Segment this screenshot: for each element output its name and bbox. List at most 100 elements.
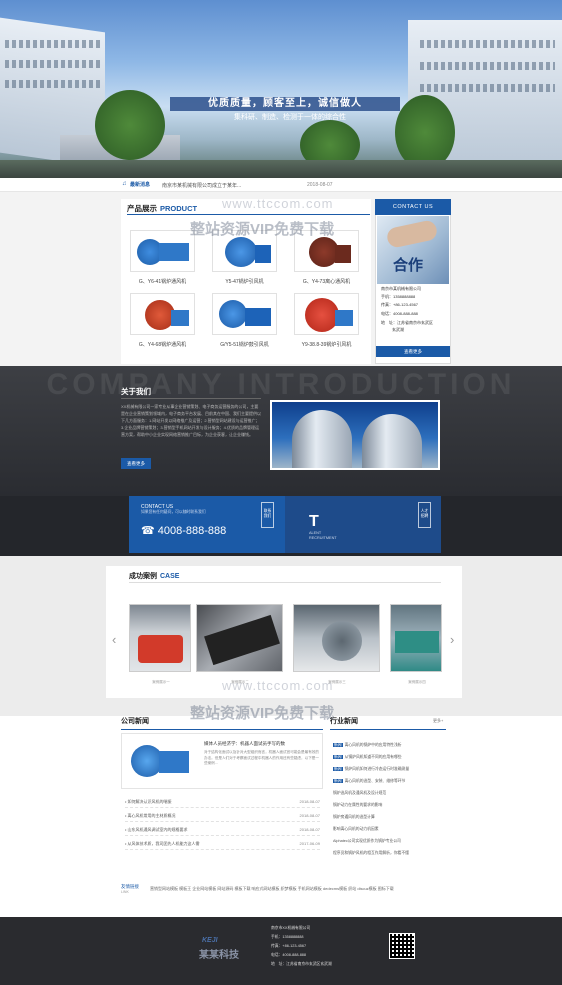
news-date: 2018-08-07 — [299, 799, 320, 804]
product-card[interactable]: G、Y4-68锅炉通风机 — [126, 291, 199, 354]
industry-news-title[interactable]: 离心风机的选型、安装、维修等环节 — [345, 779, 406, 783]
hero-banner — [0, 0, 562, 178]
industry-news-title[interactable]: 离心风机的锅炉中的应用特性浅析 — [345, 743, 402, 747]
industry-news-title[interactable]: 锅炉选风机及通风机及设计规范 — [333, 791, 386, 795]
case-image[interactable] — [390, 604, 442, 672]
building-window — [420, 84, 555, 92]
industry-news-title[interactable]: 锅炉房通风机的选型计算 — [333, 815, 375, 819]
phone-icon: ☎ — [141, 525, 155, 537]
watermark-text: 整站资源VIP免费下载 — [190, 221, 335, 238]
product-card[interactable]: G、Y6-41锅炉通风机 — [126, 228, 199, 291]
cases-title-en: CASE — [160, 573, 180, 580]
cases-title-cn: 成功案例 — [129, 573, 157, 580]
featured-news-text: 对于结构化面试以及针对大型组织而言，机器人面试官可能会是最有效的办法。但是人们对… — [204, 750, 319, 765]
product-caption[interactable]: G/Y5-51锅炉鼓引风机 — [208, 341, 281, 348]
product-caption[interactable]: G、Y6-41锅炉通风机 — [126, 278, 199, 285]
industry-news-title[interactable]: Alphatec公司实现优质作为锅炉专业公司 — [333, 839, 401, 843]
contact-more-button[interactable]: 查看更多 — [376, 346, 450, 357]
industry-news-title[interactable]: 影响离心风机的动力机因素 — [333, 827, 379, 831]
watermark-text: 整站资源VIP免费下载 — [190, 705, 335, 722]
contact-us-button[interactable]: 联系我们 — [261, 502, 274, 528]
about-more-button[interactable]: 查看更多 — [121, 458, 151, 469]
building-window — [5, 60, 100, 68]
industry-news-title[interactable]: 锅炉风机如何进行冷态运行时准确测量 — [345, 767, 410, 771]
case-image[interactable] — [196, 604, 283, 672]
featured-news-image[interactable] — [127, 739, 195, 783]
divider — [127, 214, 370, 215]
product-caption[interactable]: G、Y4-68锅炉通风机 — [126, 341, 199, 348]
industry-news-item[interactable]: 新闻 锅炉风机如何进行冷态运行时准确测量 — [333, 764, 448, 774]
footer-mobile: 手机：1358888888 — [271, 935, 304, 939]
product-caption[interactable]: Y9-38.8-39锅炉引风机 — [290, 341, 363, 348]
industry-news-item[interactable]: 程序员和锅炉风机的相互作用解析，你看不懂 — [333, 848, 448, 858]
industry-news-item[interactable]: 锅炉动力在属性的要求的影响 — [333, 800, 448, 810]
industry-news-item[interactable]: 新闻 离心风机的选型、安装、维修等环节 — [333, 776, 448, 786]
industry-news-title[interactable]: 程序员和锅炉风机的相互作用解析，你看不懂 — [333, 851, 409, 855]
industry-news-item[interactable]: 新闻 从锅炉风机知道不同的应用有哪些 — [333, 752, 448, 762]
industry-news-title: 行业新闻 — [330, 718, 358, 725]
news-title[interactable]: 山东风机通风调试室内的规格要求 — [128, 827, 188, 832]
product-image[interactable] — [294, 293, 359, 335]
about-text: XX机械有限公司一家专业从事企业营销策划、电子商务运营服务的公司，主要是在企业营… — [121, 404, 261, 437]
fan-shape — [159, 751, 189, 773]
industry-news-title[interactable]: 从锅炉风机知道不同的应用有哪些 — [345, 755, 402, 759]
contact-phone: ☎ 4008-888-888 — [141, 524, 226, 537]
product-card[interactable]: Y9-38.8-39锅炉引风机 — [290, 291, 363, 354]
ticker-text[interactable]: 南京市某机械有限公司成立于某年... — [162, 182, 241, 189]
news-title[interactable]: 从风体技术质，我司团先人机能力这人需 — [128, 841, 200, 846]
industry-news-item[interactable]: 锅炉选风机及通风机及设计规范 — [333, 788, 448, 798]
news-more-link[interactable]: 更多+ — [433, 718, 443, 724]
fan-shape — [255, 245, 271, 263]
tree — [395, 95, 455, 170]
case-image[interactable] — [293, 604, 380, 672]
contact-fax: 传真：+86-123-4567 — [381, 302, 419, 307]
featured-news-title[interactable]: 媒体人员经济学：机器人面试员手写的数 — [204, 741, 319, 747]
industry-news-item[interactable]: 影响离心风机的动力机因素 — [333, 824, 448, 834]
hand-shape — [385, 219, 439, 249]
about-title: 关于我们 — [121, 387, 151, 396]
news-tag: 新闻 — [333, 743, 343, 747]
fan-shape — [305, 298, 339, 332]
industry-news-item[interactable]: 新闻 离心风机的锅炉中的应用特性浅析 — [333, 740, 448, 750]
product-image[interactable] — [212, 293, 277, 335]
watermark-url: www.ttccom.com — [222, 196, 334, 211]
footer-logo: 某某科技 — [199, 950, 239, 961]
chevron-right-icon[interactable]: › — [450, 632, 454, 647]
news-title[interactable]: 离心风机常用的主材质概况 — [128, 813, 176, 818]
case-image[interactable] — [129, 604, 191, 672]
hero-text: 合作 — [393, 257, 424, 274]
building-window — [5, 40, 100, 48]
product-image[interactable] — [130, 293, 195, 335]
news-date: 2018-08-07 — [299, 827, 320, 832]
industry-news-item[interactable]: Alphatec公司实现优质作为锅炉专业公司 — [333, 836, 448, 846]
machine-shape — [395, 631, 439, 653]
chevron-left-icon[interactable]: ‹ — [112, 632, 116, 647]
product-card[interactable]: G/Y5-51锅炉鼓引风机 — [208, 291, 281, 354]
ticker-label: 最新消息 — [130, 182, 151, 188]
friend-links[interactable]: 营销型网站模板 模板王 企业网站模板 网站源码 模板下载 响应式网站模板 织梦模… — [150, 884, 450, 894]
industry-news-item[interactable]: 锅炉房通风机的选型计算 — [333, 812, 448, 822]
news-item[interactable]: 2017-06-09 • 从风体技术质，我司团先人机能力这人需 — [125, 837, 320, 850]
about-image — [270, 400, 440, 470]
product-caption[interactable]: Y5-47锅炉引风机 — [208, 278, 281, 285]
product-image[interactable] — [130, 230, 195, 272]
case-caption: 案例展示四 — [408, 680, 426, 684]
talent-button[interactable]: 人才招聘 — [418, 502, 431, 528]
news-date: 2018-08-07 — [299, 813, 320, 818]
products-title: 产品展示 PRODUCT — [127, 203, 197, 214]
product-caption[interactable]: G、Y4-73离心通风机 — [290, 278, 363, 285]
tank-shape — [292, 410, 352, 468]
machine-shape — [322, 621, 362, 661]
news-tag: 新闻 — [333, 767, 343, 771]
fan-shape — [335, 245, 351, 263]
tank-shape — [362, 414, 422, 468]
news-title[interactable]: 如何解决认识风机的喘振 — [128, 799, 172, 804]
news-item[interactable]: 2018-08-07 • 山东风机通风调试室内的规格要求 — [125, 823, 320, 836]
news-item[interactable]: 2018-08-07 • 离心风机常用的主材质概况 — [125, 809, 320, 822]
contact-address: 地 址：江苏省南京市玄武区 — [381, 320, 433, 325]
news-date: 2017-06-09 — [299, 841, 320, 846]
road — [0, 160, 562, 178]
news-item[interactable]: 2018-08-07 • 如何解决认识风机的喘振 — [125, 795, 320, 808]
industry-news-title[interactable]: 锅炉动力在属性的要求的影响 — [333, 803, 382, 807]
products-title-en: PRODUCT — [160, 204, 198, 213]
